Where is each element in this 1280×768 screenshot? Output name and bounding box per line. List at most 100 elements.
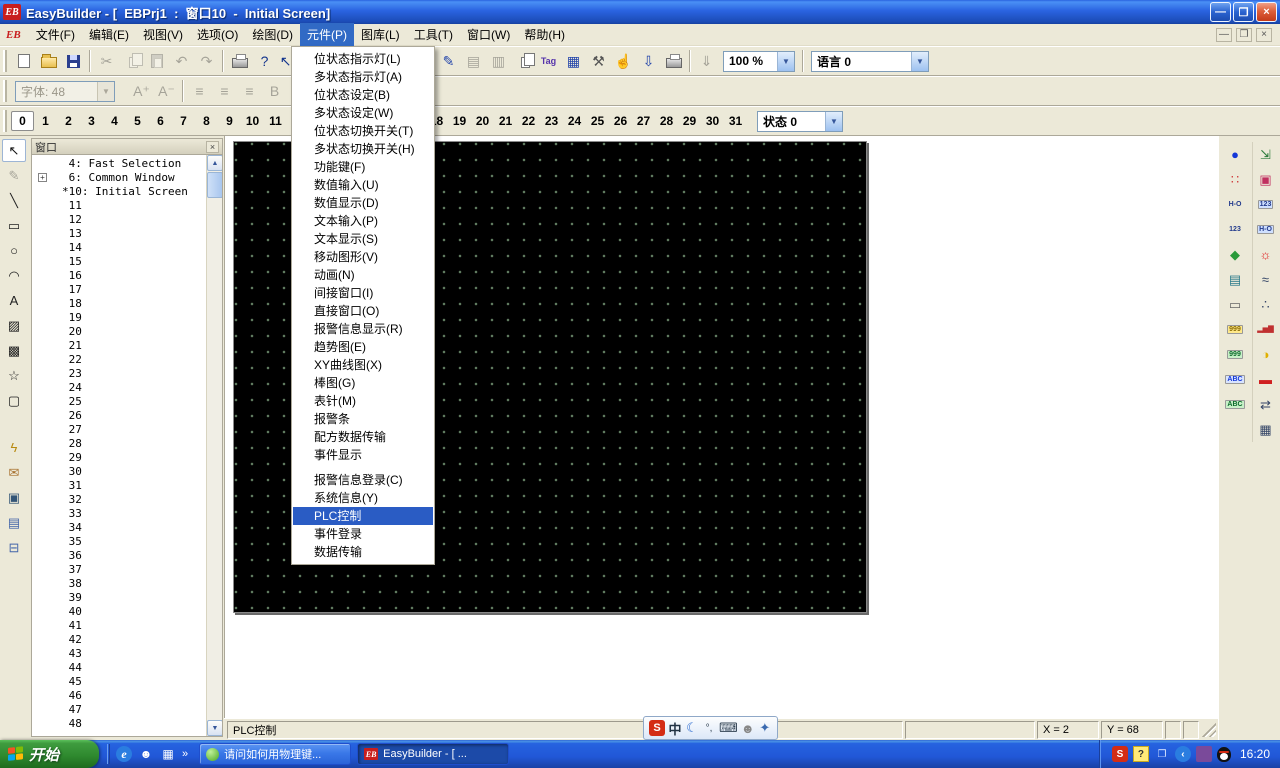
- direct-window-button[interactable]: H-O: [1254, 218, 1278, 241]
- menu-item[interactable]: 动画(N): [293, 266, 433, 284]
- bit-set-button[interactable]: H-O: [1223, 193, 1247, 216]
- tree-item[interactable]: + 6: Common Window: [32, 171, 206, 185]
- tree-item[interactable]: 4: Fast Selection: [32, 157, 206, 171]
- save-button[interactable]: [61, 49, 86, 73]
- scroll-thumb[interactable]: [207, 172, 222, 198]
- tree-item[interactable]: 24: [32, 381, 206, 395]
- frame-tool[interactable]: ▢: [2, 389, 26, 412]
- quick-launch-more-icon[interactable]: »: [182, 748, 188, 760]
- menu-item[interactable]: 多状态切换开关(H): [293, 140, 433, 158]
- tree-item[interactable]: 43: [32, 647, 206, 661]
- tray-collapse-icon[interactable]: ❐: [1154, 746, 1170, 762]
- ime-tools-icon[interactable]: ✦: [758, 720, 772, 736]
- menu-view[interactable]: 视图(V): [136, 23, 190, 46]
- toolbar-grip[interactable]: [3, 80, 7, 102]
- menu-item[interactable]: 移动图形(V): [293, 248, 433, 266]
- tree-item[interactable]: 12: [32, 213, 206, 227]
- state-number-3[interactable]: 3: [80, 111, 103, 131]
- recipe-transfer-button[interactable]: ⇄: [1254, 393, 1278, 416]
- state-number-4[interactable]: 4: [103, 111, 126, 131]
- menu-item[interactable]: 数据传输: [293, 543, 433, 561]
- easybuilder-window-taskbutton[interactable]: EBEasyBuilder - [ ...: [357, 743, 509, 765]
- tray-chevron-icon[interactable]: ‹: [1175, 746, 1191, 762]
- alarm-bar-button[interactable]: ▬: [1254, 368, 1278, 391]
- open-button[interactable]: [36, 49, 61, 73]
- ime-user-icon[interactable]: ☻: [741, 721, 755, 736]
- memo-tool[interactable]: ⊟: [2, 536, 26, 559]
- toggle-switch-button[interactable]: ◆: [1223, 243, 1247, 266]
- expand-icon[interactable]: +: [38, 173, 47, 182]
- zoom-combo[interactable]: 100 %▼: [723, 51, 795, 72]
- numeric-display-button[interactable]: 999: [1223, 343, 1247, 366]
- word-set-button[interactable]: 123: [1223, 218, 1247, 241]
- tree-item[interactable]: 13: [32, 227, 206, 241]
- tree-item[interactable]: 29: [32, 451, 206, 465]
- menu-item[interactable]: 棒图(G): [293, 374, 433, 392]
- menu-item[interactable]: 事件登录: [293, 525, 433, 543]
- tree-item[interactable]: 45: [32, 675, 206, 689]
- state-number-25[interactable]: 25: [586, 111, 609, 131]
- minimize-button[interactable]: —: [1210, 2, 1231, 22]
- tree-item[interactable]: 39: [32, 591, 206, 605]
- state-number-0[interactable]: 0: [11, 111, 34, 131]
- print-screen-button[interactable]: [661, 49, 686, 73]
- text-tool[interactable]: A: [2, 289, 26, 312]
- move-shape-button[interactable]: ⇲: [1254, 143, 1278, 166]
- line-tool[interactable]: ╲: [2, 189, 26, 212]
- trend-display-button[interactable]: ≈: [1254, 268, 1278, 291]
- state-number-24[interactable]: 24: [563, 111, 586, 131]
- menu-item[interactable]: 报警信息显示(R): [293, 320, 433, 338]
- menu-item[interactable]: 直接窗口(O): [293, 302, 433, 320]
- scroll-down-icon[interactable]: ▼: [207, 720, 222, 736]
- sogou-tray-icon[interactable]: S: [1112, 746, 1128, 762]
- rectangle-tool[interactable]: ▭: [2, 214, 26, 237]
- toolbar-grip[interactable]: [3, 50, 7, 72]
- state-number-1[interactable]: 1: [34, 111, 57, 131]
- library-load-tool[interactable]: ✉: [2, 461, 26, 484]
- scroll-up-icon[interactable]: ▲: [207, 155, 222, 171]
- help-button[interactable]: ?: [252, 49, 277, 73]
- macro-tool[interactable]: ϟ: [2, 436, 26, 459]
- menu-item[interactable]: 数值显示(D): [293, 194, 433, 212]
- menu-item[interactable]: 多状态设定(W): [293, 104, 433, 122]
- calculator-icon[interactable]: ▦: [160, 746, 176, 762]
- chevron-down-icon[interactable]: ▼: [911, 52, 928, 71]
- tree-item[interactable]: 41: [32, 619, 206, 633]
- multi-state-switch-button[interactable]: ▤: [1223, 268, 1247, 291]
- menu-item[interactable]: 间接窗口(I): [293, 284, 433, 302]
- text-display-button[interactable]: ABC: [1223, 393, 1247, 416]
- state-number-9[interactable]: 9: [218, 111, 241, 131]
- mdi-minimize-button[interactable]: —: [1216, 28, 1232, 42]
- state-number-8[interactable]: 8: [195, 111, 218, 131]
- maximize-button[interactable]: ❐: [1233, 2, 1254, 22]
- mdi-restore-button[interactable]: ❐: [1236, 28, 1252, 42]
- state-number-2[interactable]: 2: [57, 111, 80, 131]
- language-combo[interactable]: 语言 0▼: [811, 51, 929, 72]
- menu-edit[interactable]: 编辑(E): [82, 23, 136, 46]
- toolbar-grip[interactable]: [3, 110, 7, 132]
- ime-punct-icon[interactable]: °,: [702, 723, 716, 734]
- tree-item[interactable]: 16: [32, 269, 206, 283]
- menu-file[interactable]: 文件(F): [29, 23, 82, 46]
- chevron-down-icon[interactable]: ▼: [825, 112, 842, 131]
- messenger-icon[interactable]: ☻: [138, 746, 154, 762]
- numeric-input-button[interactable]: 999: [1223, 318, 1247, 341]
- tree-item[interactable]: 35: [32, 535, 206, 549]
- tree-item[interactable]: 47: [32, 703, 206, 717]
- state-number-28[interactable]: 28: [655, 111, 678, 131]
- state-number-27[interactable]: 27: [632, 111, 655, 131]
- panel-close-icon[interactable]: ×: [206, 141, 219, 153]
- download-settings-button[interactable]: ⇩: [636, 49, 661, 73]
- menu-item[interactable]: 功能键(F): [293, 158, 433, 176]
- event-display-button[interactable]: ▦: [1254, 418, 1278, 441]
- tree-item[interactable]: 31: [32, 479, 206, 493]
- menu-item[interactable]: 配方数据传输: [293, 428, 433, 446]
- tree-item[interactable]: 28: [32, 437, 206, 451]
- alarm-display-button[interactable]: ☼: [1254, 243, 1278, 266]
- tree-item[interactable]: 17: [32, 283, 206, 297]
- chevron-down-icon[interactable]: ▼: [777, 52, 794, 71]
- menu-option[interactable]: 选项(O): [190, 23, 245, 46]
- arc-tool[interactable]: ◠: [2, 264, 26, 287]
- menu-item[interactable]: PLC控制: [293, 507, 433, 525]
- menu-draw[interactable]: 绘图(D): [245, 23, 300, 46]
